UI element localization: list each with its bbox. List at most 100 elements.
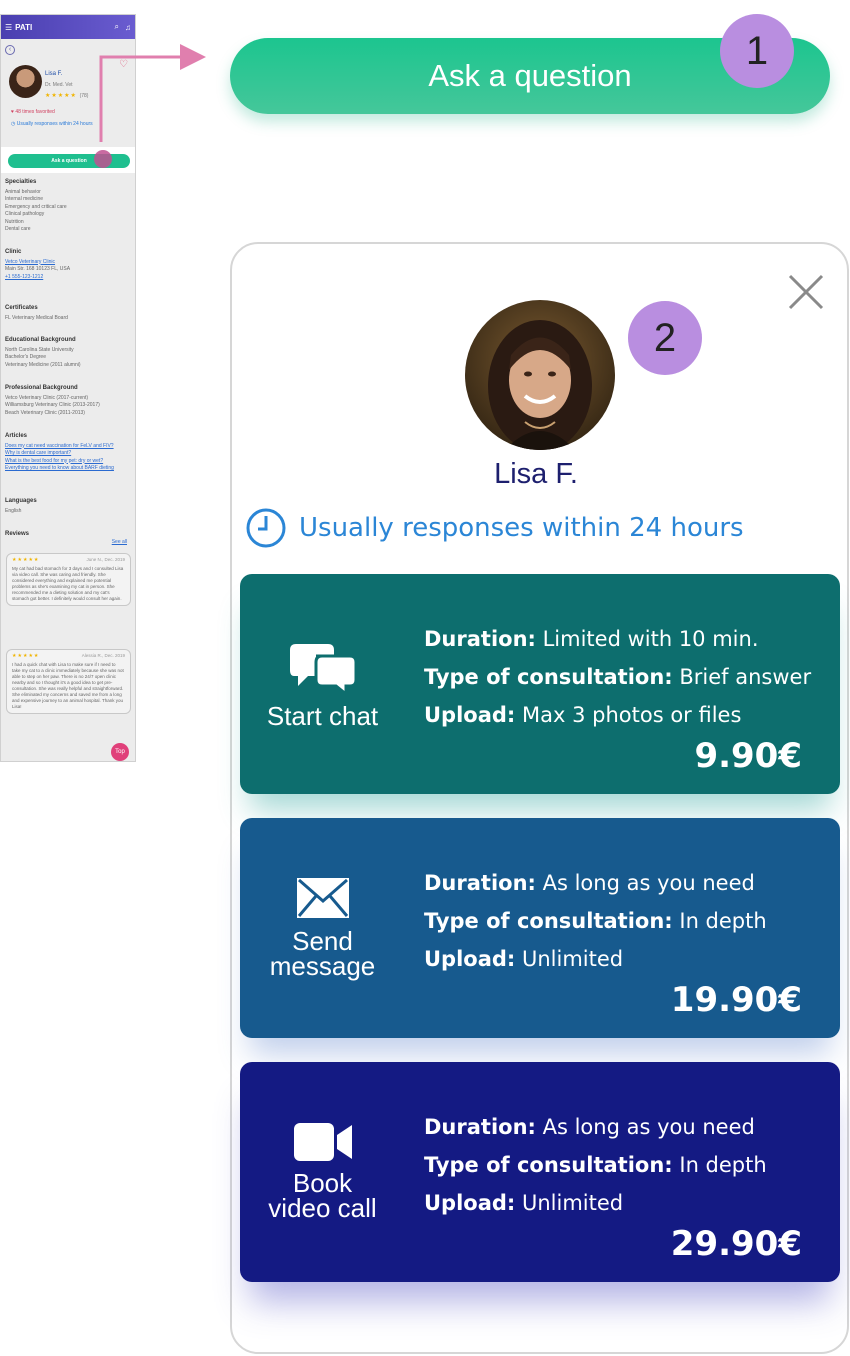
option-label: Start chat xyxy=(266,700,379,731)
education-section: Educational Background North Carolina St… xyxy=(5,337,133,369)
list-item: Nutrition xyxy=(5,218,24,225)
favorite-heart-icon[interactable]: ♡ xyxy=(119,59,128,70)
option-details: Duration: As long as you need Type of co… xyxy=(424,1108,767,1222)
professional-section: Professional Background Vetco Veterinary… xyxy=(5,385,133,417)
favorited-label: 48 times favorited xyxy=(15,109,55,115)
review-card: ★★★★★ Alessia R., Dec. 2019 I had a quick… xyxy=(6,649,131,714)
review-stars: ★★★★★ xyxy=(12,557,40,563)
step-marker-1: 1 xyxy=(720,14,794,88)
detail-key: Upload: xyxy=(424,703,516,727)
response-time-text: Usually responses within 24 hours xyxy=(299,513,744,543)
list-item: Dental care xyxy=(5,226,31,232)
articles-section: Articles Does my cat need vaccination fo… xyxy=(5,433,133,473)
option-price: 19.90€ xyxy=(670,980,802,1020)
step-marker-2: 2 xyxy=(628,301,702,375)
vet-title: Dr. Med. Vet xyxy=(45,82,73,88)
profile-screen-thumbnail: ☰ PATI ⌕ ♫ ‹ ♡ Lisa F. Dr. Med. Vet ★★★★… xyxy=(0,14,136,762)
menu-icon[interactable]: ☰ xyxy=(5,23,12,32)
rating-stars: ★★★★★ (78) xyxy=(45,93,89,99)
favorited-count: ♥ 48 times favorited xyxy=(11,109,55,115)
review-card: ★★★★★ June N., Dec. 2019 My cat had bad s… xyxy=(6,553,131,606)
video-camera-icon xyxy=(293,1123,352,1161)
option-button[interactable]: Book video call xyxy=(240,1062,405,1282)
app-logo: PATI xyxy=(15,22,33,32)
detail-key: Upload: xyxy=(424,1191,516,1215)
option-price: 9.90€ xyxy=(694,736,802,776)
envelope-icon xyxy=(296,878,349,918)
response-time-row: ◷ Usually responses within 24 hours xyxy=(11,121,93,127)
send-message-option[interactable]: Send message Duration: As long as you ne… xyxy=(240,818,840,1038)
list-item: North Carolina State University xyxy=(5,346,74,353)
detail-value: As long as you need xyxy=(542,871,755,895)
review-author: Alessia R., Dec. 2019 xyxy=(81,653,125,658)
clinic-address: Main Str. 168 10123 FL, USA xyxy=(5,266,71,272)
search-icon[interactable]: ⌕ xyxy=(115,22,119,32)
detail-key: Upload: xyxy=(424,947,516,971)
section-title: Educational Background xyxy=(5,337,76,343)
review-stars: ★★★★★ xyxy=(12,653,40,659)
section-title: Certificates xyxy=(5,305,38,311)
list-item: Veterinary Medicine (2011 alumni) xyxy=(5,361,81,368)
review-author: June N., Dec. 2019 xyxy=(86,557,125,562)
close-icon[interactable] xyxy=(786,272,826,312)
specialties-section: Specialties Animal behavior Internal med… xyxy=(5,179,133,234)
article-link[interactable]: Does my cat need vaccination for FeLV an… xyxy=(5,443,133,451)
article-link[interactable]: Why is dental care important? xyxy=(5,450,133,458)
vet-name-title: Lisa F. xyxy=(494,458,578,490)
list-item: Vetco Veterinary Clinic (2017-current) xyxy=(5,394,89,401)
detail-key: Duration: xyxy=(424,871,536,895)
book-video-call-option[interactable]: Book video call Duration: As long as you… xyxy=(240,1062,840,1282)
option-button[interactable]: Start chat xyxy=(240,574,405,794)
detail-value: In depth xyxy=(679,909,767,933)
detail-key: Type of consultation: xyxy=(424,1153,673,1177)
clinic-phone-link[interactable]: +1 555-123-1212 xyxy=(5,274,133,282)
see-all-link[interactable]: See all xyxy=(112,539,127,545)
detail-key: Duration: xyxy=(424,1115,536,1139)
section-title: Reviews xyxy=(5,531,30,537)
detail-value: Unlimited xyxy=(522,1191,624,1215)
detail-value: Unlimited xyxy=(522,947,624,971)
option-button[interactable]: Send message xyxy=(240,818,405,1038)
certificates-section: Certificates FL Veterinary Medical Board xyxy=(5,305,133,322)
list-item: Internal medicine xyxy=(5,196,44,202)
start-chat-option[interactable]: Start chat Duration: Limited with 10 min… xyxy=(240,574,840,794)
bell-icon[interactable]: ♫ xyxy=(125,23,131,32)
option-details: Duration: As long as you need Type of co… xyxy=(424,864,767,978)
review-text: I had a quick chat with Lisa to make sur… xyxy=(12,662,124,709)
vet-name: Lisa F. xyxy=(45,71,63,77)
tap-indicator xyxy=(94,150,112,168)
list-item: Bachelor's Degree xyxy=(5,354,46,360)
detail-value: Limited with 10 min. xyxy=(542,627,759,651)
detail-value: Max 3 photos or files xyxy=(522,703,742,727)
list-item: Beach Veterinary Clinic (2011-2013) xyxy=(5,409,85,416)
detail-key: Type of consultation: xyxy=(424,665,673,689)
detail-key: Type of consultation: xyxy=(424,909,673,933)
option-label: Send message xyxy=(269,926,376,981)
section-title: Clinic xyxy=(5,249,22,255)
list-item: FL Veterinary Medical Board xyxy=(5,314,68,321)
detail-value: As long as you need xyxy=(542,1115,755,1139)
option-price: 29.90€ xyxy=(670,1224,802,1264)
clinic-section: Clinic Vetco Veterinary Clinic Main Str.… xyxy=(5,249,133,281)
detail-key: Duration: xyxy=(424,627,536,651)
response-time-row: Usually responses within 24 hours xyxy=(245,507,744,549)
option-details: Duration: Limited with 10 min. Type of c… xyxy=(424,620,811,734)
section-title: Specialties xyxy=(5,179,37,185)
list-item: Animal behavior xyxy=(5,188,41,195)
option-label: Book video call xyxy=(268,1168,377,1223)
list-item: Clinical pathology xyxy=(5,211,45,217)
vet-avatar xyxy=(9,65,42,98)
article-link[interactable]: What is the best food for my pet: dry or… xyxy=(5,458,133,466)
back-icon[interactable]: ‹ xyxy=(5,45,15,55)
article-link[interactable]: Everything you need to know about BARF d… xyxy=(5,465,133,473)
scroll-top-button[interactable]: Top xyxy=(111,743,129,761)
vet-profile-photo xyxy=(465,300,615,450)
rating-count: (78) xyxy=(79,93,89,99)
list-item: Williamsburg Veterinary Clinic (2013-201… xyxy=(5,402,100,408)
clinic-link[interactable]: Vetco Veterinary Clinic xyxy=(5,259,133,267)
clock-icon xyxy=(246,508,286,548)
list-item: English xyxy=(5,507,22,514)
list-item: Emergency and critical care xyxy=(5,203,67,210)
detail-value: In depth xyxy=(679,1153,767,1177)
response-time-label: Usually responses within 24 hours xyxy=(16,121,93,127)
